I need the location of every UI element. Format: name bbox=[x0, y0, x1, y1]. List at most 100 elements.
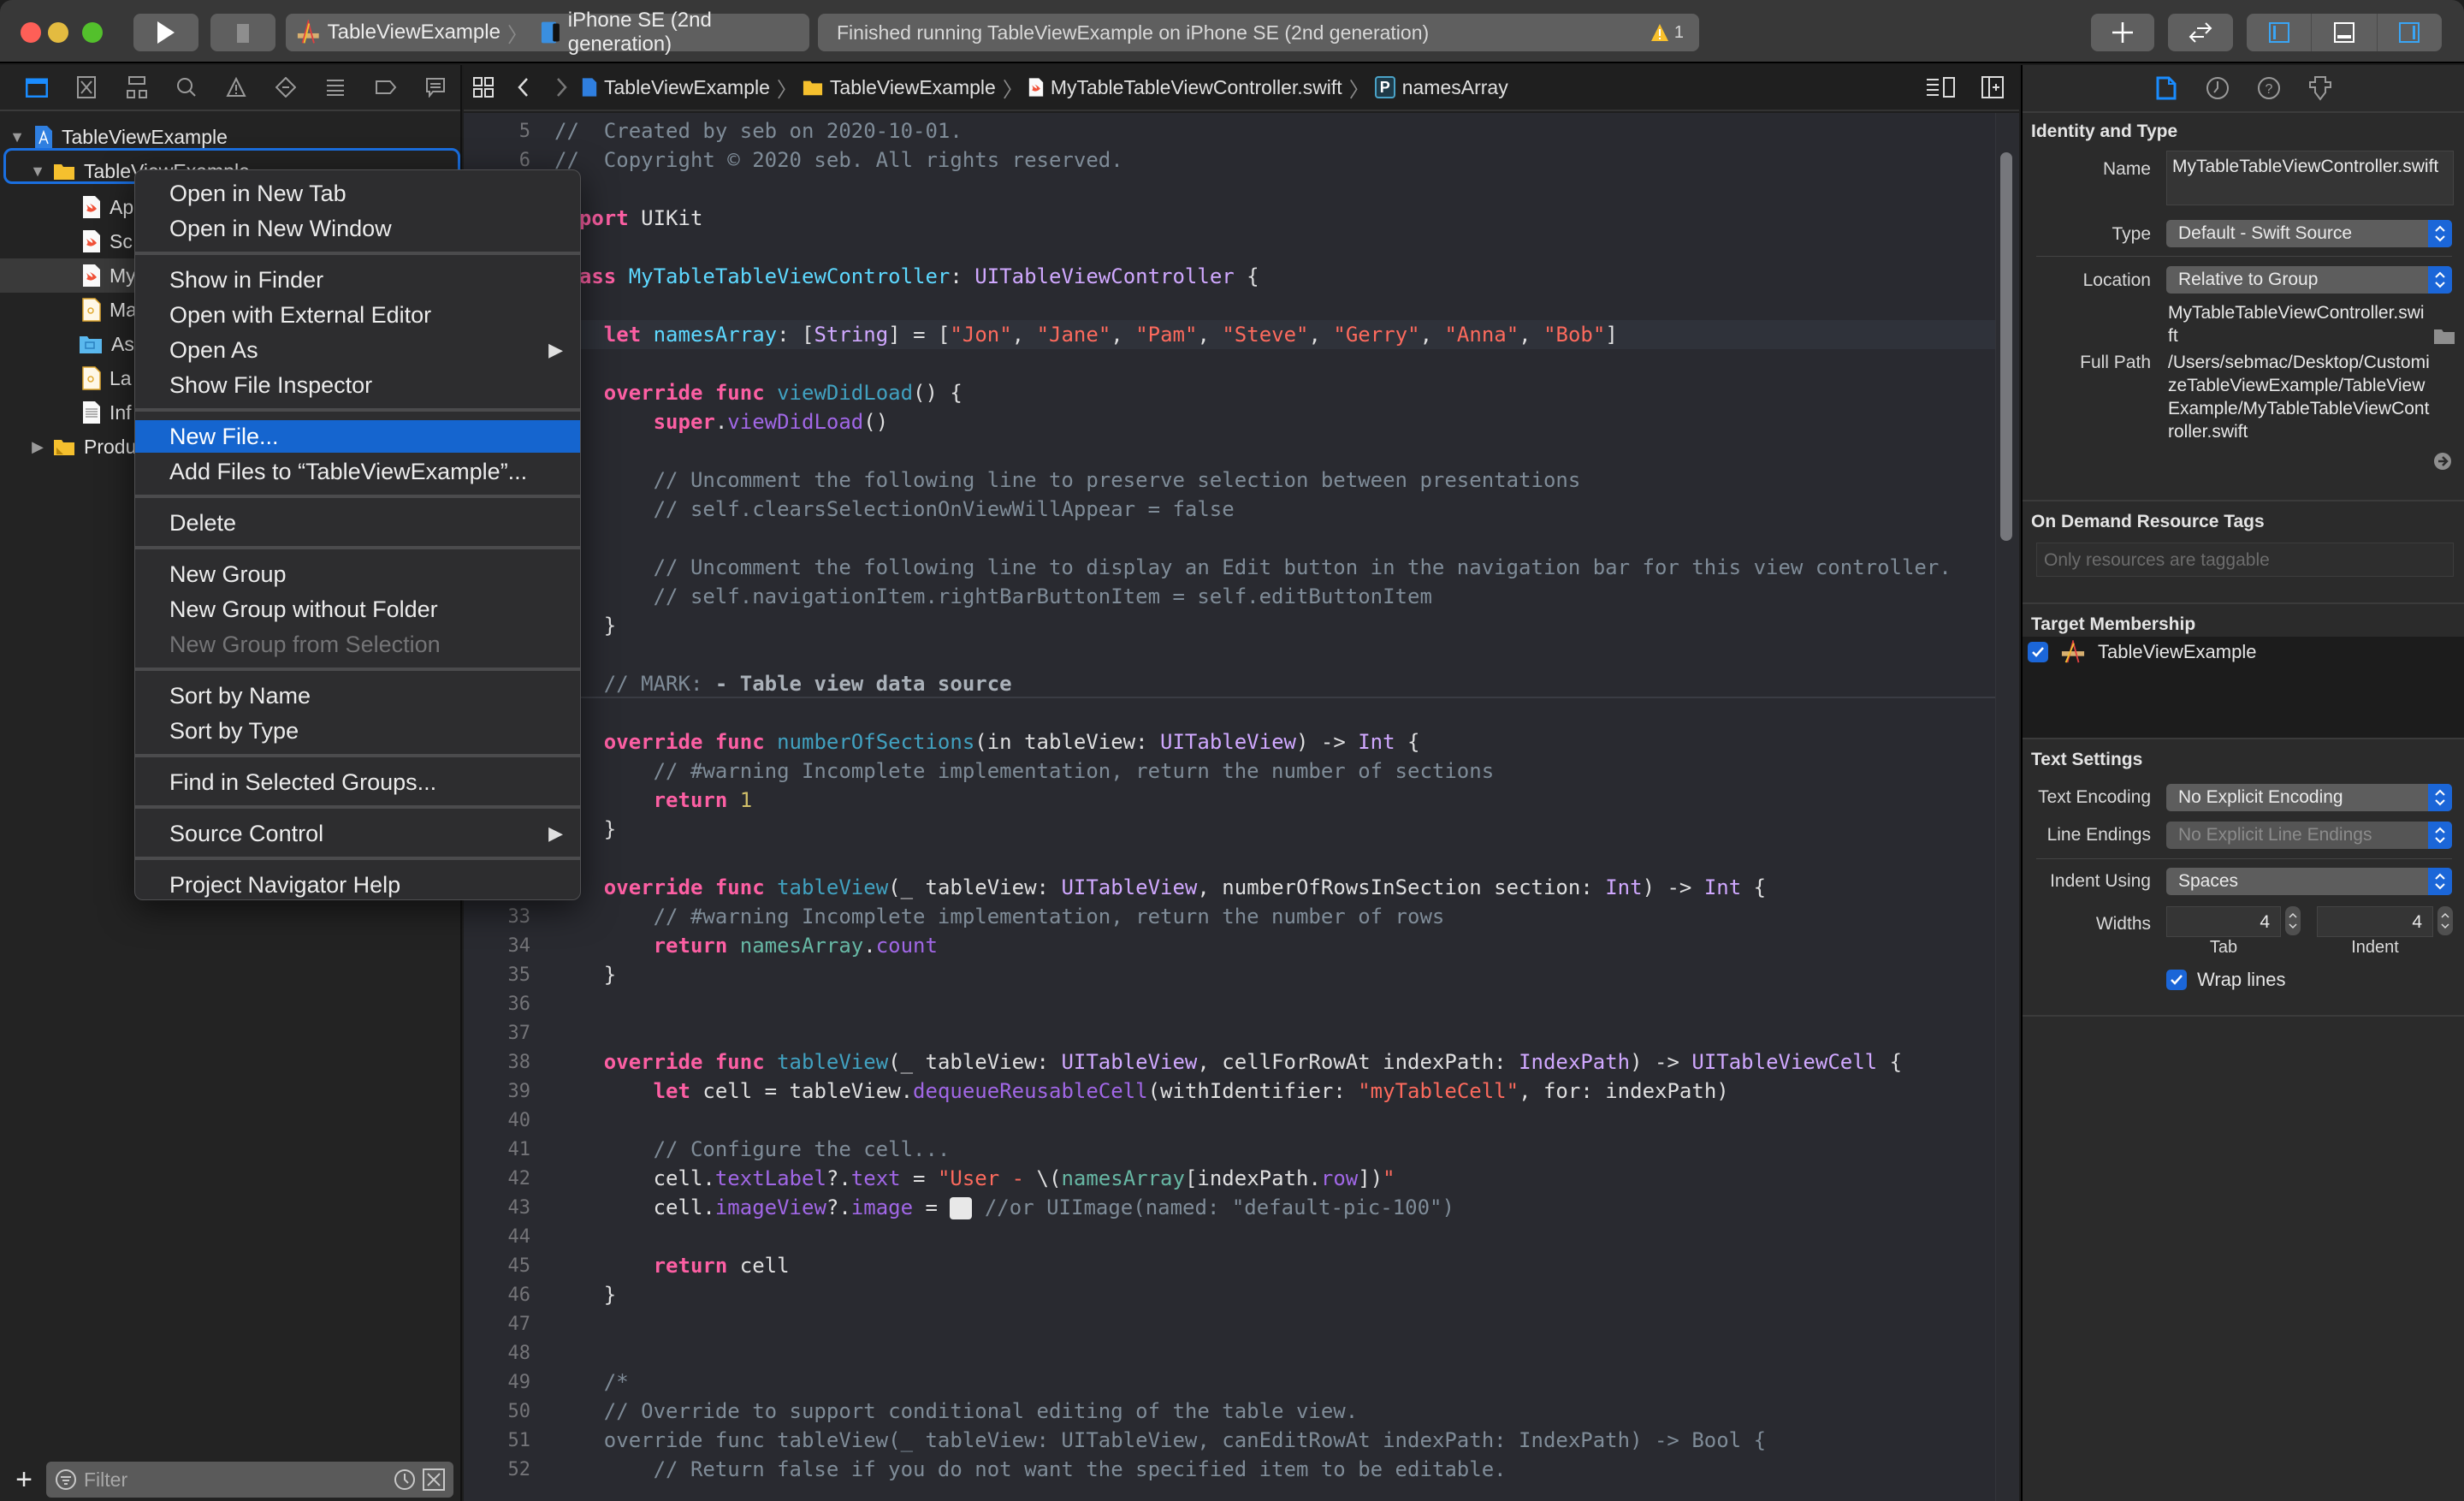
tab-source-control[interactable] bbox=[62, 70, 111, 104]
code-line[interactable]: } bbox=[464, 611, 1995, 640]
tab-width-stepper[interactable] bbox=[2285, 906, 2301, 935]
line-number[interactable]: 35 bbox=[464, 964, 531, 986]
tab-find-navigator[interactable] bbox=[162, 70, 211, 104]
disclosure-collapsed-icon[interactable]: ▶ bbox=[29, 438, 46, 456]
code-line[interactable]: super.viewDidLoad() bbox=[464, 407, 1995, 436]
line-number[interactable]: 47 bbox=[464, 1314, 531, 1335]
close-window-button[interactable] bbox=[21, 22, 41, 43]
tab-breakpoint-navigator[interactable] bbox=[361, 70, 411, 104]
code-line[interactable]: 46 } bbox=[464, 1280, 1995, 1309]
toggle-navigator-button[interactable] bbox=[2247, 14, 2313, 51]
warning-badge[interactable]: 1 bbox=[1650, 23, 1684, 43]
tab-accessibility-inspector[interactable] bbox=[2305, 73, 2336, 104]
code-line[interactable]: // MARK: - Table view data source bbox=[464, 669, 1995, 698]
reveal-arrow-icon[interactable] bbox=[2433, 452, 2452, 471]
menu-item-show-in-finder[interactable]: Show in Finder bbox=[135, 264, 580, 296]
indent-using-popup[interactable]: Spaces bbox=[2166, 868, 2452, 895]
code-line[interactable]: } bbox=[464, 815, 1995, 844]
code-line[interactable]: 5 // Created by seb on 2020-10-01. bbox=[464, 116, 1995, 145]
code-line[interactable]: 37 bbox=[464, 1018, 1995, 1047]
code-line[interactable]: 43 cell.imageView?.image = //or UIImage(… bbox=[464, 1193, 1995, 1222]
line-number[interactable]: 45 bbox=[464, 1255, 531, 1277]
tab-issue-navigator[interactable] bbox=[211, 70, 261, 104]
reveal-in-finder-icon[interactable] bbox=[2433, 328, 2455, 345]
code-line[interactable] bbox=[464, 524, 1995, 553]
menu-item-find-in-selected-groups[interactable]: Find in Selected Groups... bbox=[135, 766, 580, 798]
add-editor-icon[interactable] bbox=[1981, 76, 2004, 98]
line-number[interactable]: 42 bbox=[464, 1168, 531, 1190]
menu-item-open-as[interactable]: Open As ▶ bbox=[135, 334, 580, 366]
indent-width-field[interactable]: 4 bbox=[2317, 906, 2433, 937]
code-line[interactable]: class MyTableTableViewController: UITabl… bbox=[464, 262, 1995, 291]
line-number[interactable]: 37 bbox=[464, 1023, 531, 1044]
code-line[interactable]: 40 bbox=[464, 1106, 1995, 1135]
code-line[interactable]: 49 /* bbox=[464, 1368, 1995, 1397]
code-line[interactable] bbox=[464, 233, 1995, 262]
code-line[interactable]: // self.clearsSelectionOnViewWillAppear … bbox=[464, 495, 1995, 524]
indent-width-stepper[interactable] bbox=[2437, 906, 2453, 935]
menu-item-open-with-external-editor[interactable]: Open with External Editor bbox=[135, 299, 580, 331]
menu-item-new-file[interactable]: New File... bbox=[135, 420, 580, 453]
line-number[interactable]: 38 bbox=[464, 1052, 531, 1073]
code-line[interactable]: override func numberOfSections(in tableV… bbox=[464, 727, 1995, 756]
line-number[interactable]: 40 bbox=[464, 1110, 531, 1131]
minimize-window-button[interactable] bbox=[48, 22, 68, 43]
menu-item-source-control[interactable]: Source Control ▶ bbox=[135, 817, 580, 850]
menu-item-project-navigator-help[interactable]: Project Navigator Help bbox=[135, 869, 580, 901]
code-line[interactable]: 6 // Copyright © 2020 seb. All rights res… bbox=[464, 145, 1995, 175]
tab-test-navigator[interactable] bbox=[261, 70, 311, 104]
tab-file-inspector[interactable] bbox=[2151, 73, 2182, 104]
breadcrumb-symbol[interactable]: P namesArray bbox=[1374, 76, 1508, 99]
type-popup[interactable]: Default - Swift Source bbox=[2166, 220, 2452, 247]
line-number[interactable]: 39 bbox=[464, 1081, 531, 1102]
toggle-debug-area-button[interactable] bbox=[2312, 14, 2378, 51]
source-control-filter-icon[interactable] bbox=[423, 1468, 445, 1491]
menu-item-sort-by-name[interactable]: Sort by Name bbox=[135, 679, 580, 712]
image-literal-icon[interactable] bbox=[950, 1197, 973, 1219]
menu-item-delete[interactable]: Delete bbox=[135, 507, 580, 539]
code-review-button[interactable] bbox=[2168, 14, 2233, 51]
line-number[interactable]: 6 bbox=[464, 150, 530, 171]
breadcrumb-file[interactable]: MyTableTableViewController.swift bbox=[1028, 76, 1342, 99]
target-row[interactable]: TableViewExample bbox=[2023, 637, 2464, 664]
tab-history-inspector[interactable] bbox=[2202, 73, 2233, 104]
code-line[interactable]: 41 // Configure the cell... bbox=[464, 1135, 1995, 1164]
code-line[interactable]: return 1 bbox=[464, 786, 1995, 815]
line-number[interactable]: 43 bbox=[464, 1197, 531, 1219]
code-line[interactable]: let namesArray: [String] = ["Jon", "Jane… bbox=[464, 320, 1995, 349]
back-button[interactable] bbox=[503, 77, 542, 98]
forward-button[interactable] bbox=[542, 77, 582, 98]
tab-project-navigator[interactable] bbox=[12, 70, 62, 104]
recent-files-icon[interactable] bbox=[394, 1468, 416, 1491]
code-line[interactable]: 42 cell.textLabel?.text = "User - \(name… bbox=[464, 1164, 1995, 1193]
breadcrumb-group[interactable]: TableViewExample bbox=[803, 76, 996, 99]
wrap-lines-row[interactable]: Wrap lines bbox=[2166, 969, 2286, 991]
line-number[interactable]: 5 bbox=[464, 121, 530, 142]
code-line[interactable]: 44 bbox=[464, 1222, 1995, 1251]
code-line[interactable]: 45 return cell bbox=[464, 1251, 1995, 1280]
code-line[interactable]: 51 override func tableView(_ tableView: … bbox=[464, 1426, 1995, 1455]
line-number[interactable]: 46 bbox=[464, 1284, 531, 1306]
code-line[interactable]: 48 bbox=[464, 1338, 1995, 1368]
code-line[interactable]: 52 // Return false if you do not want th… bbox=[464, 1455, 1995, 1484]
stop-button[interactable] bbox=[210, 14, 275, 51]
toggle-inspector-button[interactable] bbox=[2378, 14, 2442, 51]
line-number[interactable]: 33 bbox=[464, 906, 531, 928]
line-number[interactable]: 50 bbox=[464, 1401, 531, 1422]
code-line[interactable]: 39 let cell = tableView.dequeueReusableC… bbox=[464, 1077, 1995, 1106]
run-button[interactable] bbox=[133, 14, 198, 51]
related-items-button[interactable] bbox=[464, 77, 503, 98]
target-checkbox[interactable] bbox=[2028, 642, 2048, 662]
line-number[interactable]: 41 bbox=[464, 1139, 531, 1160]
line-number[interactable]: 49 bbox=[464, 1372, 531, 1393]
scrollbar-thumb[interactable] bbox=[2000, 152, 2012, 541]
line-number[interactable]: 44 bbox=[464, 1226, 531, 1248]
name-field[interactable]: MyTableTableViewController.swift bbox=[2166, 151, 2454, 205]
code-line[interactable]: 33 // #warning Incomplete implementation… bbox=[464, 902, 1995, 931]
editor-options-icon[interactable] bbox=[1925, 76, 1956, 98]
disclosure-expanded-icon[interactable]: ▼ bbox=[9, 128, 26, 146]
line-number[interactable]: 52 bbox=[464, 1459, 531, 1480]
code-line[interactable]: 38 override func tableView(_ tableView: … bbox=[464, 1047, 1995, 1077]
menu-item-add-files-to-tableviewexample[interactable]: Add Files to “TableViewExample”... bbox=[135, 455, 580, 488]
code-line[interactable] bbox=[464, 698, 1995, 727]
